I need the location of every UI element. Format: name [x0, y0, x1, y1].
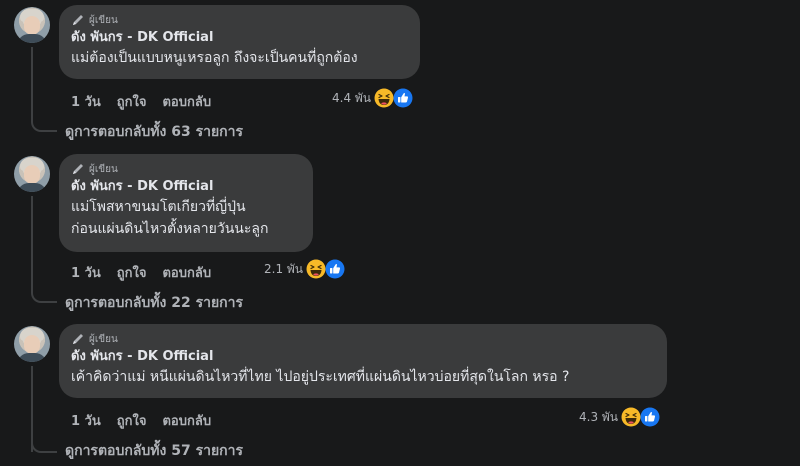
thread-line [31, 196, 33, 292]
like-reaction-icon [325, 259, 345, 279]
comment-author[interactable]: ดัง พันกร - DK Official [71, 347, 655, 366]
comment-author[interactable]: ดัง พันกร - DK Official [71, 28, 408, 47]
comment-author[interactable]: ดัง พันกร - DK Official [71, 177, 301, 196]
comment-bubble: ผู้เขียน ดัง พันกร - DK Official แม่โพสห… [59, 154, 313, 252]
avatar[interactable] [14, 7, 50, 43]
haha-reaction-icon [306, 259, 326, 279]
view-replies-link[interactable]: ดูการตอบกลับทั้ง 22 รายการ [65, 292, 243, 314]
author-pen-icon [71, 162, 85, 176]
comment-text: แม่ต้องเป็นแบบหนูเหรอลูก ถึงจะเป็นคนที่ถ… [71, 50, 358, 66]
reply-button[interactable]: ตอบกลับ [162, 410, 211, 431]
comment-actions: 1 วัน ถูกใจ ตอบกลับ [71, 91, 211, 112]
reaction-count: 4.4 พัน [332, 90, 372, 105]
reaction-count: 2.1 พัน [264, 261, 304, 276]
comment-actions: 1 วัน ถูกใจ ตอบกลับ [71, 410, 211, 431]
author-pen-icon [71, 13, 85, 27]
avatar[interactable] [14, 156, 50, 192]
avatar[interactable] [14, 326, 50, 362]
author-badge-label: ผู้เขียน [89, 14, 118, 26]
author-badge: ผู้เขียน [71, 161, 301, 177]
view-replies-link[interactable]: ดูการตอบกลับทั้ง 57 รายการ [65, 440, 243, 462]
reply-connector [31, 290, 57, 303]
reaction-summary[interactable]: 2.1 พัน [264, 259, 345, 279]
reaction-summary[interactable]: 4.3 พัน [579, 407, 660, 427]
reply-connector [31, 440, 57, 453]
author-badge-label: ผู้เขียน [89, 333, 118, 345]
author-badge-label: ผู้เขียน [89, 163, 118, 175]
comment-time[interactable]: 1 วัน [71, 410, 101, 431]
like-button[interactable]: ถูกใจ [117, 410, 147, 431]
comment-text: แม่โพสหาขนมโตเกียวที่ญี่ปุ่น ก่อนแผ่นดิน… [71, 199, 269, 237]
like-reaction-icon [640, 407, 660, 427]
like-button[interactable]: ถูกใจ [117, 91, 147, 112]
author-badge: ผู้เขียน [71, 331, 655, 347]
like-button[interactable]: ถูกใจ [117, 262, 147, 283]
author-pen-icon [71, 332, 85, 346]
reply-connector [31, 119, 57, 132]
reaction-summary[interactable]: 4.4 พัน [332, 88, 413, 108]
view-replies-link[interactable]: ดูการตอบกลับทั้ง 63 รายการ [65, 121, 243, 143]
haha-reaction-icon [621, 407, 641, 427]
comment-actions: 1 วัน ถูกใจ ตอบกลับ [71, 262, 211, 283]
reply-button[interactable]: ตอบกลับ [162, 91, 211, 112]
comment-time[interactable]: 1 วัน [71, 262, 101, 283]
comment-bubble: ผู้เขียน ดัง พันกร - DK Official เค้าคิด… [59, 324, 667, 398]
comment-bubble: ผู้เขียน ดัง พันกร - DK Official แม่ต้อง… [59, 5, 420, 79]
author-badge: ผู้เขียน [71, 12, 408, 28]
comment-time[interactable]: 1 วัน [71, 91, 101, 112]
reaction-count: 4.3 พัน [579, 409, 619, 424]
thread-line [31, 47, 33, 121]
like-reaction-icon [393, 88, 413, 108]
haha-reaction-icon [374, 88, 394, 108]
comment-text: เค้าคิดว่าแม่ หนีแผ่นดินไหวที่ไทย ไปอยู่… [71, 369, 570, 385]
reply-button[interactable]: ตอบกลับ [162, 262, 211, 283]
